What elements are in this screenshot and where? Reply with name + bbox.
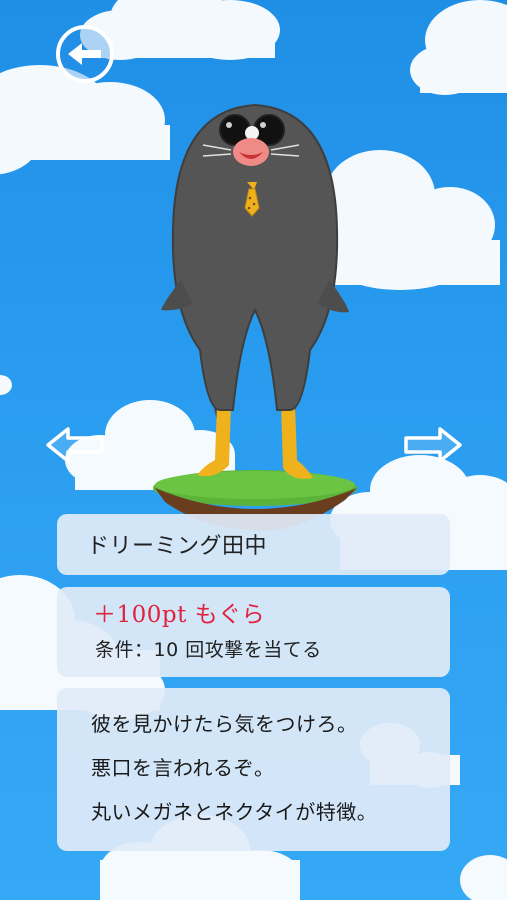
description-line: 悪口を言われるぞ。 <box>91 756 275 780</box>
next-character-button[interactable] <box>402 425 464 465</box>
reward-points: ＋100pt もぐら <box>93 602 266 628</box>
name-panel: ドリーミング田中 <box>57 514 450 575</box>
right-arrow-icon <box>404 427 462 463</box>
description-panel: 彼を見かけたら気をつけろ。 悪口を言われるぞ。 丸いメガネとネクタイが特徴。 <box>57 688 450 851</box>
description-line: 丸いメガネとネクタイが特徴。 <box>91 800 378 824</box>
back-arrow-icon <box>56 25 114 83</box>
unlock-condition: 条件：10 回攻撃を当てる <box>95 639 322 661</box>
character-name: ドリーミング田中 <box>87 534 268 559</box>
previous-character-button[interactable] <box>44 425 106 465</box>
back-button[interactable] <box>54 23 116 85</box>
left-arrow-icon <box>46 427 104 463</box>
reward-panel: ＋100pt もぐら 条件：10 回攻撃を当てる <box>57 587 450 677</box>
description-line: 彼を見かけたら気をつけろ。 <box>91 712 358 736</box>
